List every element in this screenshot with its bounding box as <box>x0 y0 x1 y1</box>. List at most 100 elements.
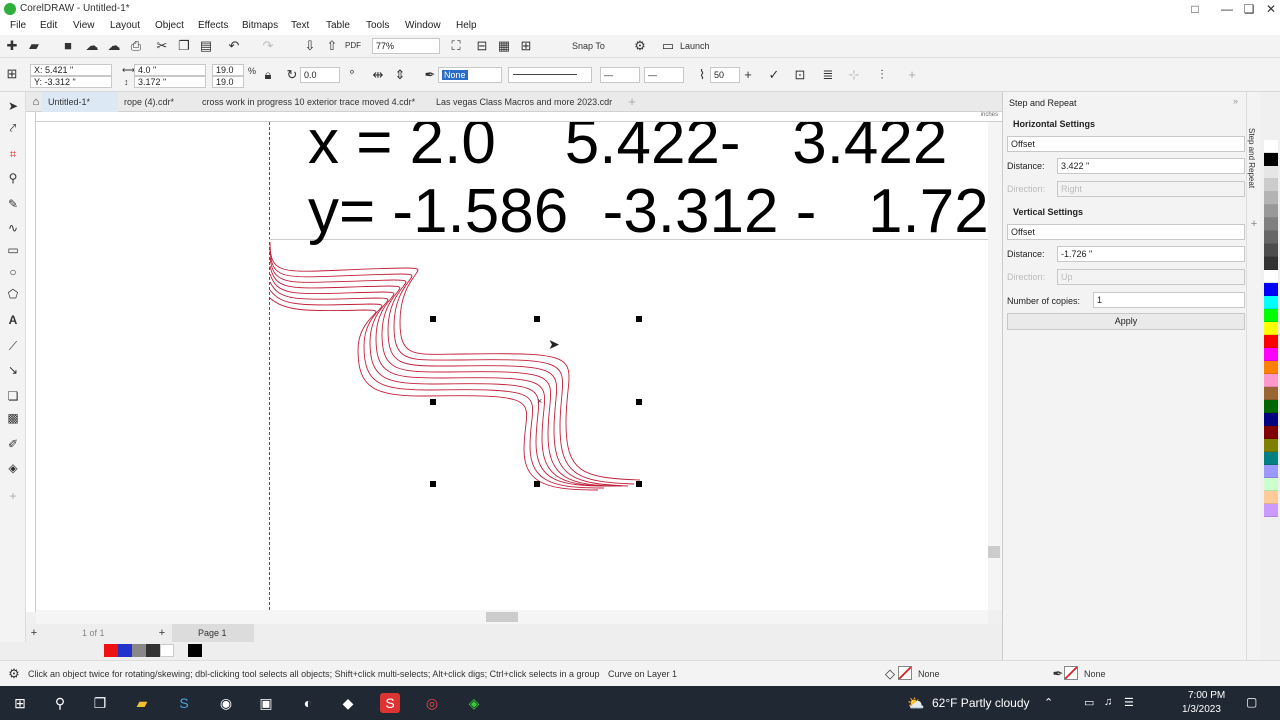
save-icon[interactable]: ■ <box>60 38 76 54</box>
pdf-export-icon[interactable]: PDF <box>345 38 361 54</box>
tab-untitled-1[interactable]: Untitled-1* <box>42 92 118 112</box>
rope-curve-group[interactable]: × <box>36 122 988 610</box>
outline-none-swatch[interactable] <box>1064 666 1078 680</box>
palette-swatch[interactable] <box>1264 205 1278 218</box>
palette-swatch[interactable] <box>1264 270 1278 283</box>
drop-shadow-icon[interactable]: ❏ <box>5 388 21 404</box>
polygon-tool-icon[interactable]: ⬠ <box>5 286 21 302</box>
freehand-tool-icon[interactable]: ✎ <box>5 196 21 212</box>
vertical-distance-field[interactable]: -1.726 " <box>1057 246 1245 262</box>
zoom-level-field[interactable]: 77% <box>372 38 440 54</box>
palette-swatch[interactable] <box>1264 179 1278 192</box>
menu-layout[interactable]: Layout <box>110 20 140 31</box>
add-page-after-icon[interactable]: + <box>154 625 170 641</box>
search-icon[interactable]: ⚲ <box>50 693 70 713</box>
menu-text[interactable]: Text <box>291 20 309 31</box>
vertical-ruler[interactable] <box>26 112 36 612</box>
new-tab-icon[interactable]: + <box>624 94 640 110</box>
add-page-icon[interactable]: + <box>26 625 42 641</box>
zoom-tool-icon[interactable]: ⚲ <box>5 170 21 186</box>
docker-collapse-icon[interactable]: » <box>1233 96 1238 106</box>
palette-swatch[interactable] <box>1264 478 1278 491</box>
chrome-icon[interactable]: ◎ <box>422 693 442 713</box>
step-and-repeat-tab[interactable]: Step and Repeat <box>1247 128 1256 188</box>
palette-swatch[interactable] <box>1264 504 1278 517</box>
wrap-text-icon[interactable]: ≣ <box>820 67 836 83</box>
menu-window[interactable]: Window <box>405 20 441 31</box>
transparency-tool-icon[interactable]: ▩ <box>5 410 21 426</box>
palette-swatch[interactable] <box>1264 452 1278 465</box>
object-origin-icon[interactable]: ⊞ <box>4 66 20 82</box>
line-style-dropdown[interactable] <box>508 67 592 83</box>
export-icon[interactable]: ⇧ <box>324 38 340 54</box>
end-arrowhead-dropdown[interactable]: — <box>644 67 684 83</box>
palette-swatch[interactable] <box>1264 400 1278 413</box>
launch-dropdown[interactable]: Launch <box>680 41 710 51</box>
task-view-icon[interactable]: ❐ <box>90 693 110 713</box>
start-arrowhead-dropdown[interactable]: — <box>600 67 640 83</box>
weather-text[interactable]: 62°F Partly cloudy <box>932 696 1030 710</box>
menu-bitmaps[interactable]: Bitmaps <box>242 20 278 31</box>
network-icon[interactable]: ☰ <box>1124 696 1134 709</box>
selection-handle-ml[interactable] <box>430 399 436 405</box>
extract-subpath-icon[interactable]: ⊡ <box>792 67 808 83</box>
print-icon[interactable]: ⎙ <box>128 38 144 54</box>
selection-handle-br[interactable] <box>636 481 642 487</box>
notifications-icon[interactable]: ▢ <box>1246 695 1257 709</box>
palette-swatch[interactable] <box>1264 244 1278 257</box>
horizontal-scroll-thumb[interactable] <box>486 612 518 622</box>
menu-object[interactable]: Object <box>155 20 184 31</box>
x-position-field[interactable]: X: 5.421 " <box>30 64 112 76</box>
palette-blue-swatch[interactable] <box>118 644 132 657</box>
fill-none-swatch[interactable] <box>898 666 912 680</box>
snap-to-dropdown[interactable]: Snap To <box>572 41 605 51</box>
crop-tool-icon[interactable]: ⌗ <box>5 146 21 162</box>
clock-date[interactable]: 1/3/2023 <box>1182 704 1221 715</box>
increase-icon[interactable]: + <box>740 67 756 83</box>
snagit-icon[interactable]: S <box>380 693 400 713</box>
menu-edit[interactable]: Edit <box>40 20 57 31</box>
app-icon-1[interactable]: ◉ <box>216 693 236 713</box>
palette-white-swatch[interactable] <box>160 644 174 657</box>
vertical-scroll-thumb[interactable] <box>988 546 1000 558</box>
interactive-fill-icon[interactable]: ◈ <box>5 460 21 476</box>
palette-swatch[interactable] <box>1264 218 1278 231</box>
windows-start-icon[interactable]: ⊞ <box>10 693 30 713</box>
horizontal-settings-heading[interactable]: Horizontal Settings <box>1013 119 1095 129</box>
palette-gray-swatch[interactable] <box>132 644 146 657</box>
add-tool-icon[interactable]: + <box>5 488 21 504</box>
object-width-field[interactable]: 4.0 " <box>134 64 206 76</box>
menu-file[interactable]: File <box>10 20 26 31</box>
options-gear-icon[interactable]: ⚙ <box>632 38 648 54</box>
palette-swatch[interactable] <box>1264 166 1278 179</box>
launch-icon[interactable]: ▭ <box>660 38 676 54</box>
app-icon-2[interactable]: ▣ <box>256 693 276 713</box>
lock-ratio-icon[interactable]: 🔒︎ <box>260 67 276 83</box>
page-tab[interactable]: Page 1 <box>172 624 254 642</box>
palette-swatch[interactable] <box>1264 309 1278 322</box>
undo-icon[interactable]: ↶ <box>226 38 242 54</box>
palette-swatch[interactable] <box>1264 192 1278 205</box>
close-curve-icon[interactable]: ✓ <box>766 67 782 83</box>
vertical-settings-heading[interactable]: Vertical Settings <box>1013 207 1083 217</box>
palette-swatch[interactable] <box>1264 426 1278 439</box>
scale-height-field[interactable]: 19.0 <box>212 76 244 88</box>
selection-handle-mr[interactable] <box>636 399 642 405</box>
app-icon-4[interactable]: ◆ <box>338 693 358 713</box>
mirror-horizontal-icon[interactable]: ⇹ <box>370 67 386 83</box>
cloud-download-icon[interactable]: ☁ <box>106 38 122 54</box>
palette-swatch[interactable] <box>1264 296 1278 309</box>
coreldraw-taskbar-icon[interactable]: ◈ <box>464 693 484 713</box>
palette-swatch[interactable] <box>1264 439 1278 452</box>
redo-icon[interactable]: ↷ <box>260 38 276 54</box>
selection-handle-tl[interactable] <box>430 316 436 322</box>
app-icon-3[interactable]: ◐ <box>298 693 318 713</box>
ellipse-tool-icon[interactable]: ○ <box>5 264 21 280</box>
battery-icon[interactable]: ▭ <box>1084 696 1094 709</box>
outline-width-dropdown[interactable]: None <box>438 67 502 83</box>
quick-trace-icon[interactable]: ⊹ <box>846 67 862 83</box>
palette-swatch[interactable] <box>1264 387 1278 400</box>
grid-icon[interactable]: ▦ <box>496 38 512 54</box>
smoothing-value-field[interactable]: 50 <box>710 67 740 83</box>
tab-las-vegas-class[interactable]: Las vegas Class Macros and more 2023.cdr <box>430 92 618 112</box>
